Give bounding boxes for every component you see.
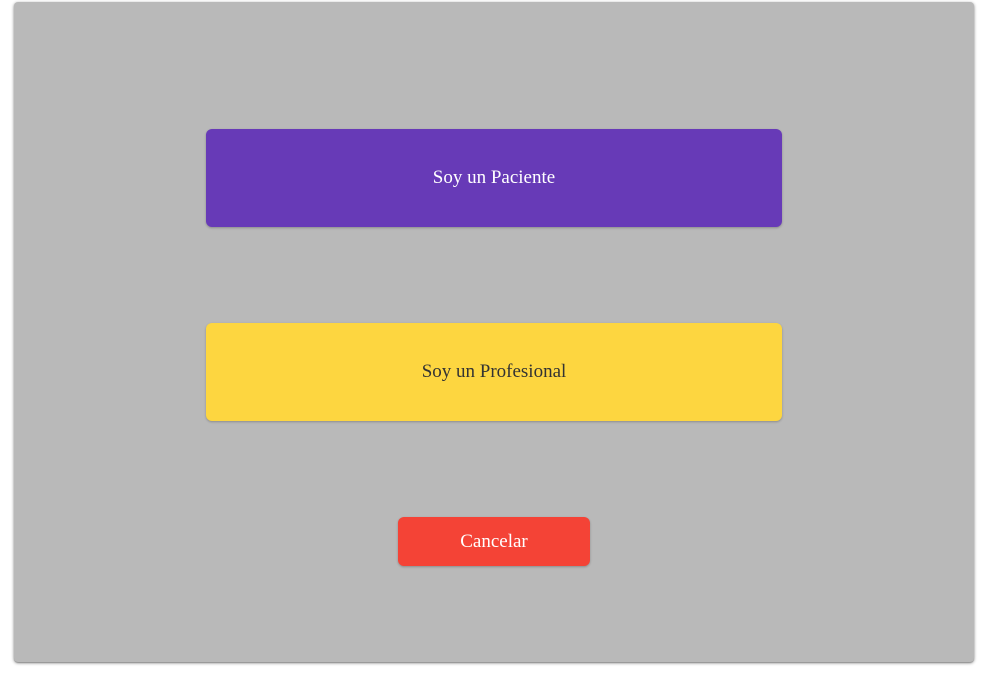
role-selection-dialog: Soy un Paciente Soy un Profesional Cance… bbox=[14, 2, 974, 662]
patient-button[interactable]: Soy un Paciente bbox=[206, 129, 782, 227]
professional-button[interactable]: Soy un Profesional bbox=[206, 323, 782, 421]
cancel-button[interactable]: Cancelar bbox=[398, 517, 590, 566]
